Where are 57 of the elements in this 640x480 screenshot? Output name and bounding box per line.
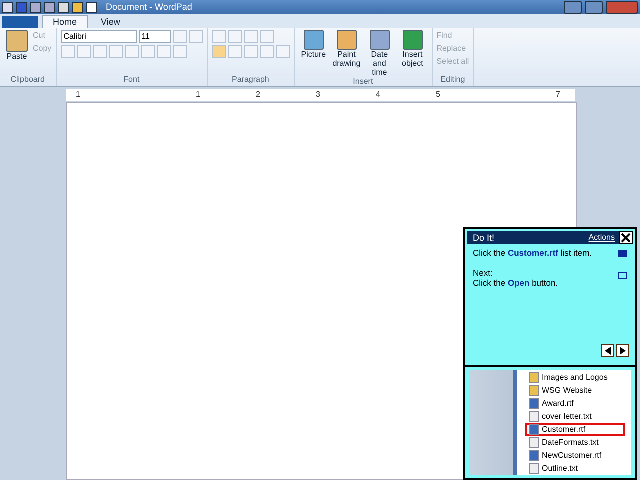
document-icon — [529, 463, 539, 474]
font-family-field[interactable]: Calibri — [60, 30, 137, 43]
document-icon — [529, 450, 539, 461]
guide-title: Do It! — [473, 232, 496, 242]
ruler-number: 2 — [256, 90, 260, 99]
insert-button[interactable]: Insert object — [398, 30, 428, 77]
file-name: WSG Website — [542, 386, 592, 395]
ruler-number: 1 — [76, 90, 80, 99]
next-button[interactable] — [616, 344, 629, 357]
group-label: Editing — [440, 75, 466, 86]
insert-button[interactable]: Date and time — [364, 30, 395, 77]
document-icon — [529, 437, 539, 448]
instruction-text: Click the Open button. — [473, 278, 560, 288]
actions-link[interactable]: Actions — [588, 233, 615, 242]
file-item[interactable]: Customer.rtf — [525, 423, 625, 436]
insert-button[interactable]: Paint drawing — [332, 30, 362, 77]
ruler-number: 7 — [556, 90, 560, 99]
right-triangle-icon — [620, 346, 626, 354]
file-item[interactable]: cover letter.txt — [525, 410, 631, 423]
file-name: NewCustomer.rtf — [542, 451, 602, 460]
file-item[interactable]: Outline.txt — [525, 462, 631, 475]
file-item[interactable]: Award.rtf — [525, 397, 631, 410]
file-item[interactable]: WSG Website — [525, 384, 631, 397]
font-size-field[interactable]: 11 — [138, 30, 171, 43]
document-icon — [529, 411, 539, 422]
group-label: Paragraph — [231, 75, 270, 86]
file-name: cover letter.txt — [542, 412, 592, 421]
file-name: Award.rtf — [542, 399, 574, 408]
ruler-number: 5 — [436, 90, 440, 99]
step-marker-icon — [618, 272, 627, 279]
file-name: DateFormats.txt — [542, 438, 599, 447]
window-title: Document - WordPad — [106, 2, 194, 12]
paste-button[interactable]: Paste — [4, 30, 30, 75]
insert-button[interactable]: Picture — [298, 30, 329, 77]
previous-button[interactable] — [601, 344, 614, 357]
ribbon-tab[interactable]: View — [90, 15, 132, 28]
group-label: Font — [122, 75, 141, 86]
ruler-number: 4 — [376, 90, 380, 99]
next-label: Next: — [473, 268, 494, 278]
left-triangle-icon — [604, 346, 610, 354]
file-item[interactable]: Images and Logos — [525, 371, 631, 384]
file-item[interactable]: NewCustomer.rtf — [525, 449, 631, 462]
close-button[interactable] — [619, 231, 633, 244]
ribbon-tab[interactable]: Home — [42, 15, 88, 28]
instruction-text: Click the Customer.rtf list item. — [473, 248, 594, 258]
close-icon — [621, 232, 631, 242]
group-label: Clipboard — [10, 75, 46, 86]
ruler-number: 1 — [196, 90, 200, 99]
document-icon — [529, 398, 539, 409]
group-label: Insert — [352, 77, 374, 86]
document-icon — [529, 424, 539, 435]
step-marker-icon — [618, 250, 627, 257]
file-name: Images and Logos — [542, 373, 608, 382]
file-name: Customer.rtf — [542, 425, 586, 434]
file-name: Outline.txt — [542, 464, 578, 473]
file-item[interactable]: DateFormats.txt — [525, 436, 631, 449]
ruler-number: 3 — [316, 90, 320, 99]
